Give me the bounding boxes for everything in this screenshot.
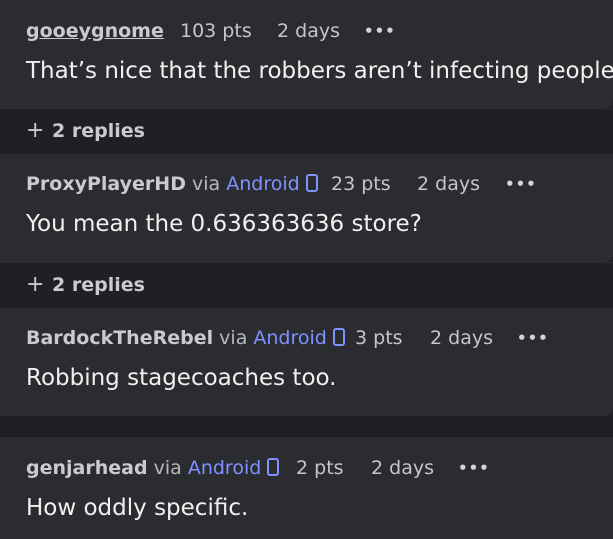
- platform-link[interactable]: Android: [253, 327, 326, 349]
- replies-label[interactable]: 2 replies: [52, 274, 145, 296]
- comment-meta: ProxyPlayerHD via Android: [26, 169, 318, 199]
- comment-text: That’s nice that the robbers aren’t infe…: [26, 58, 613, 84]
- more-options-icon[interactable]: •••: [505, 169, 537, 199]
- comment-text: You mean the 0.636363636 store?: [26, 211, 422, 237]
- points: 3 pts: [355, 327, 403, 349]
- replies-label[interactable]: 2 replies: [52, 120, 145, 142]
- timestamp[interactable]: 2 days: [430, 323, 493, 353]
- timestamp[interactable]: 2 days: [417, 169, 480, 199]
- comment-meta: genjarhead via Android: [26, 453, 280, 483]
- username-link[interactable]: gooeygnome: [26, 20, 164, 42]
- plus-icon: +: [26, 272, 45, 297]
- username-link[interactable]: ProxyPlayerHD: [26, 173, 186, 195]
- username-link[interactable]: BardockTheRebel: [26, 327, 213, 349]
- comment-meta: BardockTheRebel via Android: [26, 323, 345, 353]
- platform-link[interactable]: Android: [188, 457, 261, 479]
- more-options-icon[interactable]: •••: [517, 323, 549, 353]
- phone-icon: [332, 328, 345, 346]
- comment-text: Robbing stagecoaches too.: [26, 365, 337, 391]
- via-label: via: [153, 457, 182, 479]
- comment-card: BardockTheRebel via Android 3 pts 2 days…: [0, 308, 613, 416]
- points: 23 pts: [331, 173, 391, 195]
- timestamp[interactable]: 2 days: [371, 453, 434, 483]
- plus-icon: +: [26, 118, 45, 143]
- platform-link[interactable]: Android: [226, 173, 299, 195]
- points: 103 pts: [180, 20, 252, 42]
- comment-card: genjarhead via Android 2 pts 2 days ••• …: [0, 437, 613, 539]
- replies-toggle[interactable]: +2 replies: [0, 108, 613, 155]
- timestamp[interactable]: 2 days: [277, 16, 340, 46]
- phone-icon: [267, 458, 280, 476]
- more-options-icon[interactable]: •••: [458, 453, 490, 483]
- replies-label-wrap[interactable]: +2 replies: [26, 118, 145, 143]
- comment-card: ProxyPlayerHD via Android 23 pts 2 days …: [0, 154, 613, 262]
- points: 2 pts: [296, 457, 344, 479]
- phone-icon: [305, 174, 318, 192]
- username-link[interactable]: genjarhead: [26, 457, 148, 479]
- replies-label-wrap[interactable]: +2 replies: [26, 272, 145, 297]
- comment-card: gooeygnome 103 pts 2 days ••• That’s nic…: [0, 0, 613, 108]
- comment-meta: gooeygnome: [26, 16, 164, 46]
- more-options-icon[interactable]: •••: [364, 16, 396, 46]
- comment-text: How oddly specific.: [26, 495, 249, 521]
- via-label: via: [192, 173, 221, 195]
- replies-toggle[interactable]: +2 replies: [0, 262, 613, 309]
- via-label: via: [219, 327, 248, 349]
